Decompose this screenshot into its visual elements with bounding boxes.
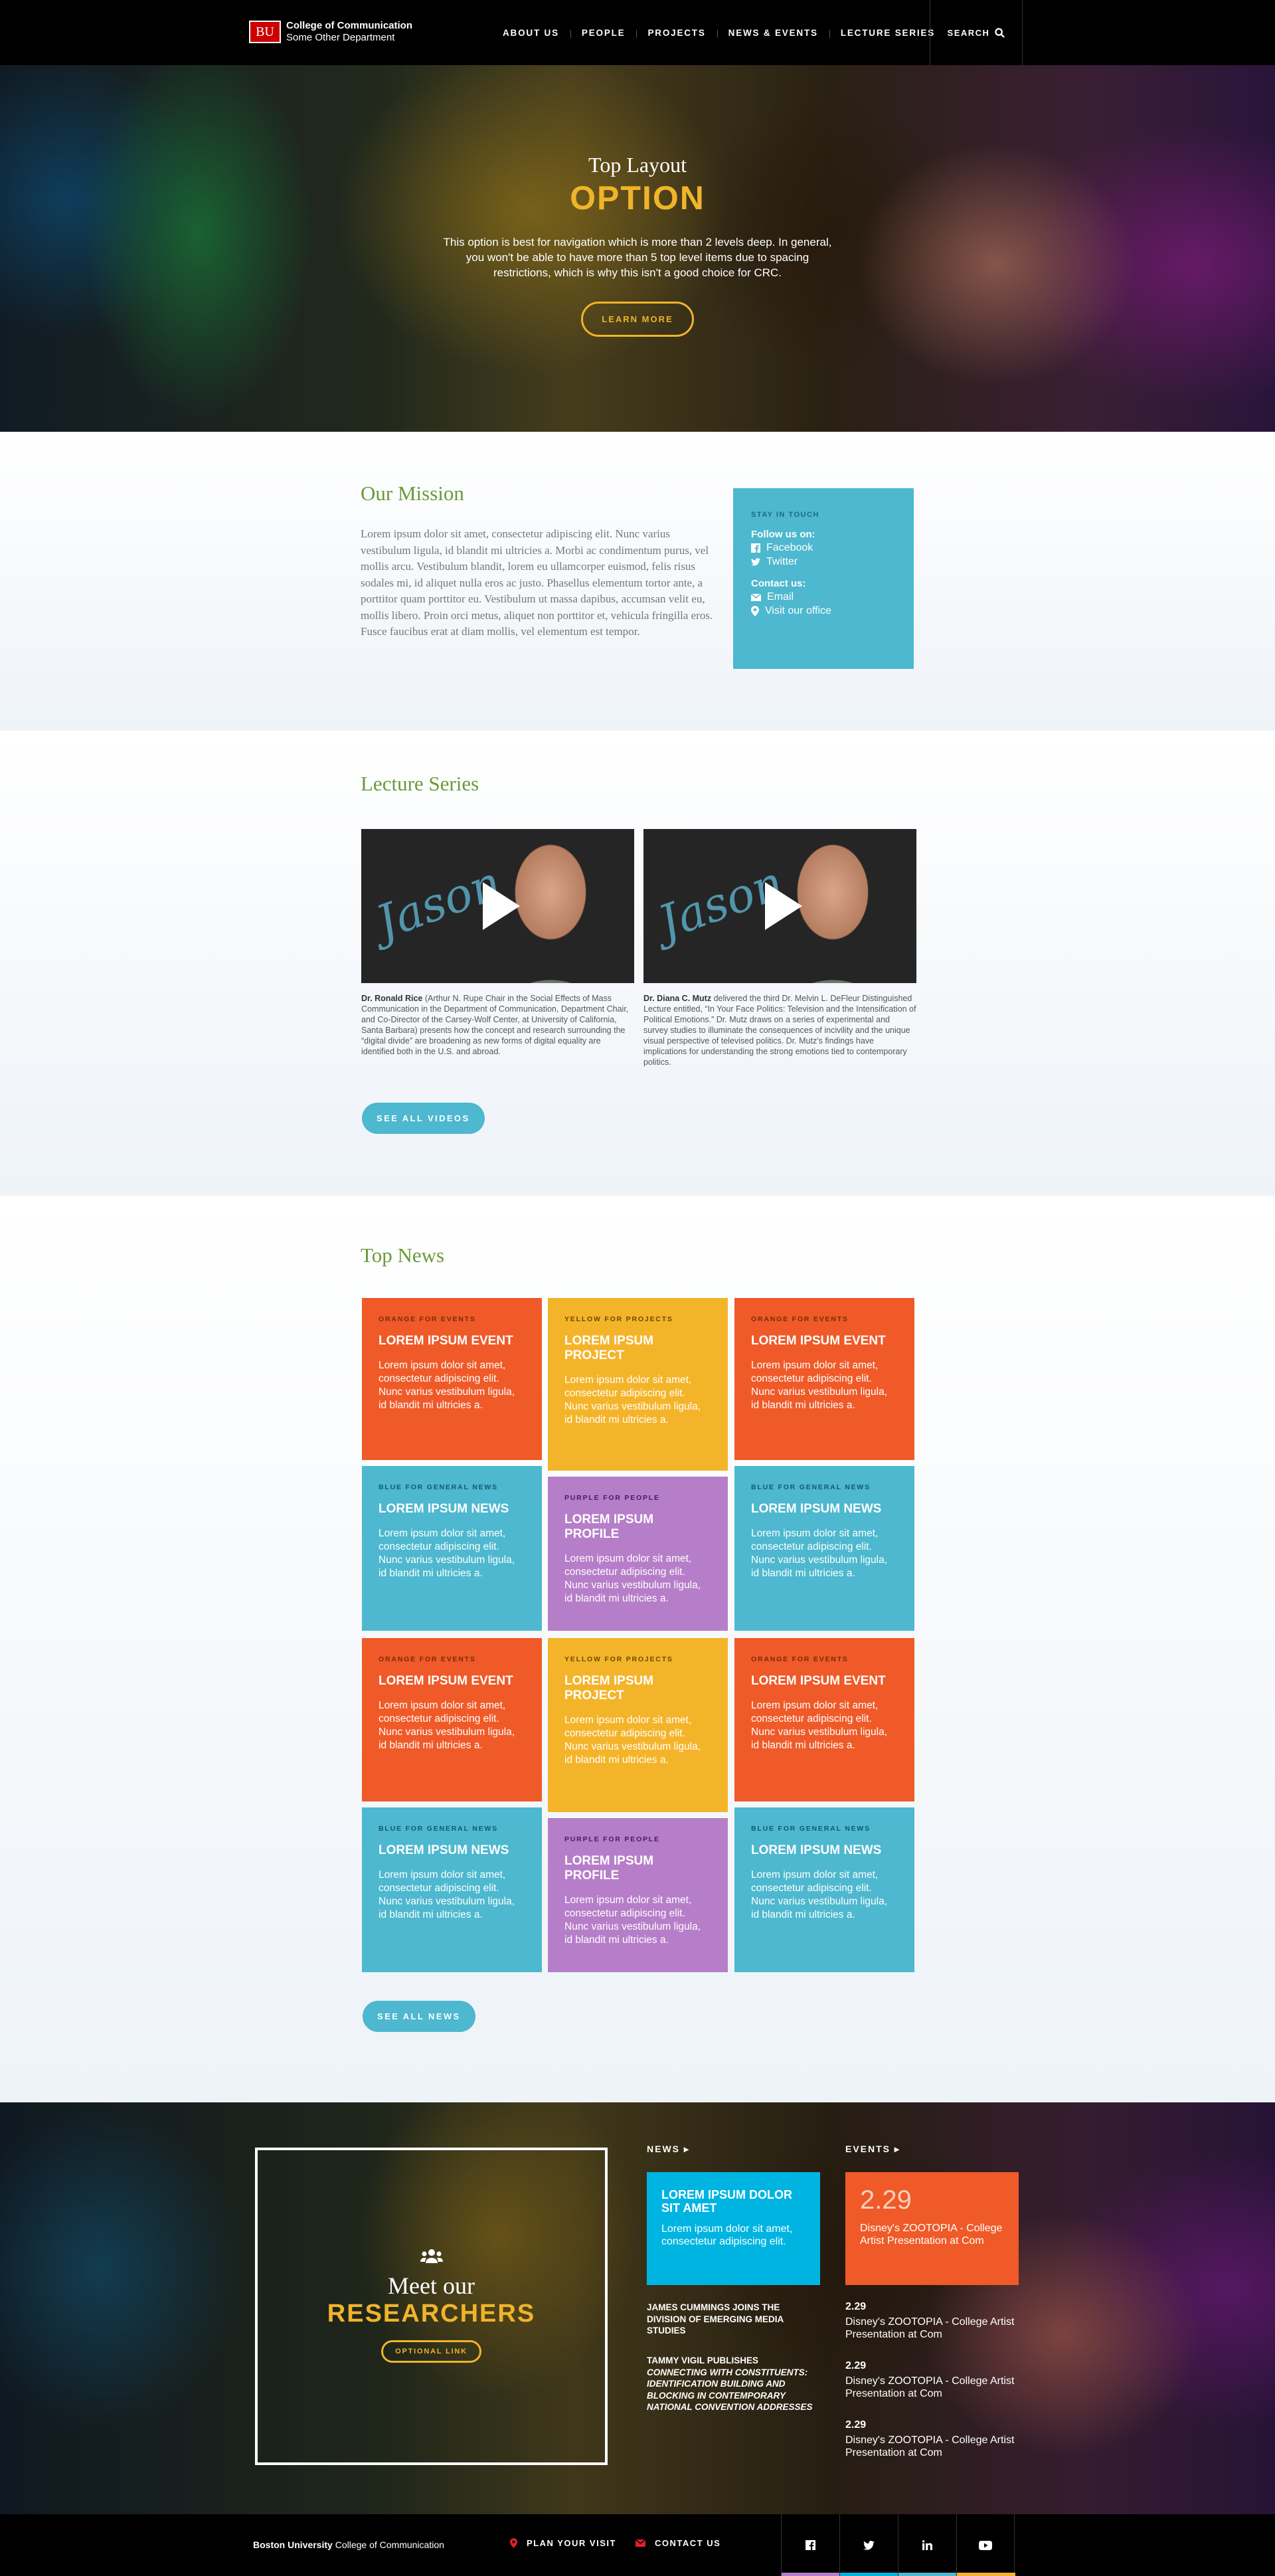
contact-label: Contact us: xyxy=(751,578,806,589)
news-tile[interactable]: PURPLE FOR PEOPLE LOREM IPSUM PROFILE Lo… xyxy=(548,1818,728,1972)
see-all-videos-button[interactable]: SEE ALL VIDEOS xyxy=(362,1103,485,1134)
bu-logo-mark: BU xyxy=(249,21,281,43)
event-list-item[interactable]: 2.29 Disney's ZOOTOPIA - College Artist … xyxy=(845,2419,1019,2459)
facebook-link[interactable] xyxy=(781,2514,840,2576)
video-thumbnail[interactable]: Jason xyxy=(361,829,634,983)
map-pin-icon xyxy=(751,606,759,616)
researchers-title: RESEARCHERS xyxy=(327,2300,536,2328)
news-list-item[interactable]: JAMES CUMMINGS JOINS THE DIVISION OF EME… xyxy=(647,2302,820,2337)
stay-in-touch-heading: STAY IN TOUCH xyxy=(751,511,819,519)
lecture-video-card: Jason Dr. Diana C. Mutz delivered the th… xyxy=(643,829,916,1067)
top-news-section: Top News ORANGE FOR EVENTS LOREM IPSUM E… xyxy=(0,1196,1275,2102)
facebook-link[interactable]: Facebook xyxy=(751,542,896,554)
main-nav: About Us People Projects News & Events L… xyxy=(491,0,946,65)
visit-office-link[interactable]: Visit our office xyxy=(751,605,896,617)
facebook-icon xyxy=(751,543,760,553)
youtube-icon xyxy=(979,2540,992,2550)
envelope-icon xyxy=(751,593,761,601)
play-icon xyxy=(483,882,520,930)
search-button[interactable]: SEARCH xyxy=(930,0,1023,65)
facebook-icon xyxy=(806,2540,815,2550)
youtube-link[interactable] xyxy=(956,2514,1015,2576)
people-group-icon xyxy=(420,2249,443,2263)
twitter-link[interactable]: Twitter xyxy=(751,556,896,568)
lecture-series-title: Lecture Series xyxy=(361,772,479,795)
nav-news-events[interactable]: News & Events xyxy=(717,28,829,38)
news-tile[interactable]: BLUE FOR GENERAL NEWS LOREM IPSUM NEWS L… xyxy=(362,1807,542,1972)
follow-label: Follow us on: xyxy=(751,529,815,540)
social-accent-bar xyxy=(782,2573,840,2576)
mission-title: Our Mission xyxy=(361,482,464,505)
researchers-subtitle: Meet our xyxy=(388,2272,475,2299)
nav-projects[interactable]: Projects xyxy=(636,28,717,38)
news-tile[interactable]: ORANGE FOR EVENTS LOREM IPSUM EVENT Lore… xyxy=(734,1298,914,1460)
news-tile[interactable]: PURPLE FOR PEOPLE LOREM IPSUM PROFILE Lo… xyxy=(548,1477,728,1631)
search-label: SEARCH xyxy=(947,27,990,38)
arrow-right-icon: ▸ xyxy=(683,2144,690,2154)
envelope-icon xyxy=(636,2539,645,2547)
site-logo[interactable]: BU College of Communication Some Other D… xyxy=(249,20,412,44)
stay-in-touch-box: STAY IN TOUCH Follow us on: Facebook Twi… xyxy=(733,488,914,669)
news-tile[interactable]: ORANGE FOR EVENTS LOREM IPSUM EVENT Lore… xyxy=(734,1638,914,1801)
hero-banner: Top Layout OPTION This option is best fo… xyxy=(0,65,1275,432)
social-accent-bar xyxy=(840,2573,898,2576)
event-list-item[interactable]: 2.29 Disney's ZOOTOPIA - College Artist … xyxy=(845,2360,1019,2400)
news-tile[interactable]: YELLOW FOR PROJECTS LOREM IPSUM PROJECT … xyxy=(548,1298,728,1471)
nav-lecture-series[interactable]: Lecture Series xyxy=(829,28,946,38)
twitter-icon xyxy=(863,2540,875,2550)
nav-about-us[interactable]: About Us xyxy=(491,28,570,38)
social-accent-bar xyxy=(957,2573,1015,2576)
video-caption: Dr. Ronald Rice (Arthur N. Rupe Chair in… xyxy=(361,994,629,1056)
mission-section: Our Mission Lorem ipsum dolor sit amet, … xyxy=(0,432,1275,731)
news-column-heading[interactable]: NEWS ▸ xyxy=(647,2144,690,2155)
news-tile[interactable]: ORANGE FOR EVENTS LOREM IPSUM EVENT Lore… xyxy=(362,1638,542,1801)
twitter-link[interactable] xyxy=(839,2514,898,2576)
hero-subtitle: Top Layout xyxy=(588,153,687,177)
news-tile[interactable]: ORANGE FOR EVENTS LOREM IPSUM EVENT Lore… xyxy=(362,1298,542,1460)
top-news-title: Top News xyxy=(361,1243,445,1267)
news-tile[interactable]: YELLOW FOR PROJECTS LOREM IPSUM PROJECT … xyxy=(548,1638,728,1812)
see-all-news-button[interactable]: SEE ALL NEWS xyxy=(363,2001,475,2032)
arrow-right-icon: ▸ xyxy=(894,2144,900,2154)
play-icon xyxy=(765,882,802,930)
news-tile[interactable]: BLUE FOR GENERAL NEWS LOREM IPSUM NEWS L… xyxy=(362,1466,542,1631)
lecture-video-card: Jason Dr. Ronald Rice (Arthur N. Rupe Ch… xyxy=(361,829,634,1057)
events-column-heading[interactable]: EVENTS ▸ xyxy=(845,2144,900,2155)
event-list-item[interactable]: 2.29 Disney's ZOOTOPIA - College Artist … xyxy=(845,2301,1019,2341)
nav-people[interactable]: People xyxy=(570,28,637,38)
learn-more-button[interactable]: LEARN MORE xyxy=(581,302,694,337)
featured-news-card[interactable]: LOREM IPSUM DOLOR SIT AMET Lorem ipsum d… xyxy=(647,2172,820,2285)
lecture-series-section: Lecture Series Jason Dr. Ronald Rice (Ar… xyxy=(0,731,1275,1196)
optional-link-button[interactable]: OPTIONAL LINK xyxy=(381,2340,481,2363)
site-header: BU College of Communication Some Other D… xyxy=(0,0,1275,65)
hero-text: This option is best for navigation which… xyxy=(443,236,832,279)
news-tile[interactable]: BLUE FOR GENERAL NEWS LOREM IPSUM NEWS L… xyxy=(734,1466,914,1631)
news-list-item[interactable]: TAMMY VIGIL PUBLISHES CONNECTING WITH CO… xyxy=(647,2355,820,2413)
news-tile[interactable]: BLUE FOR GENERAL NEWS LOREM IPSUM NEWS L… xyxy=(734,1807,914,1972)
search-icon xyxy=(995,27,1005,38)
site-footer: Boston University College of Communicati… xyxy=(0,2514,1275,2576)
email-link[interactable]: Email xyxy=(751,591,896,603)
featured-event-card[interactable]: 2.29 Disney's ZOOTOPIA - College Artist … xyxy=(845,2172,1019,2285)
college-name: College of Communication xyxy=(286,20,413,31)
plan-your-visit-link[interactable]: PLAN YOUR VISIT xyxy=(510,2538,616,2548)
contact-us-link[interactable]: CONTACT US xyxy=(636,2538,721,2548)
footer-brand[interactable]: Boston University College of Communicati… xyxy=(253,2539,444,2550)
linkedin-link[interactable] xyxy=(898,2514,957,2576)
speaker-name: Dr. Diana C. Mutz xyxy=(643,994,712,1003)
video-caption: Dr. Diana C. Mutz delivered the third Dr… xyxy=(643,994,916,1067)
department-name: Some Other Department xyxy=(286,32,395,43)
linkedin-icon xyxy=(922,2540,932,2550)
researchers-section: Meet our RESEARCHERS OPTIONAL LINK NEWS … xyxy=(0,2102,1275,2514)
speaker-name: Dr. Ronald Rice xyxy=(361,994,423,1003)
map-pin-icon xyxy=(510,2538,517,2548)
twitter-icon xyxy=(751,558,760,566)
meet-researchers-box: Meet our RESEARCHERS OPTIONAL LINK xyxy=(255,2148,608,2465)
mission-text: Lorem ipsum dolor sit amet, consectetur … xyxy=(361,527,713,638)
social-accent-bar xyxy=(898,2573,957,2576)
hero-title: OPTION xyxy=(570,179,705,217)
video-thumbnail[interactable]: Jason xyxy=(643,829,916,983)
